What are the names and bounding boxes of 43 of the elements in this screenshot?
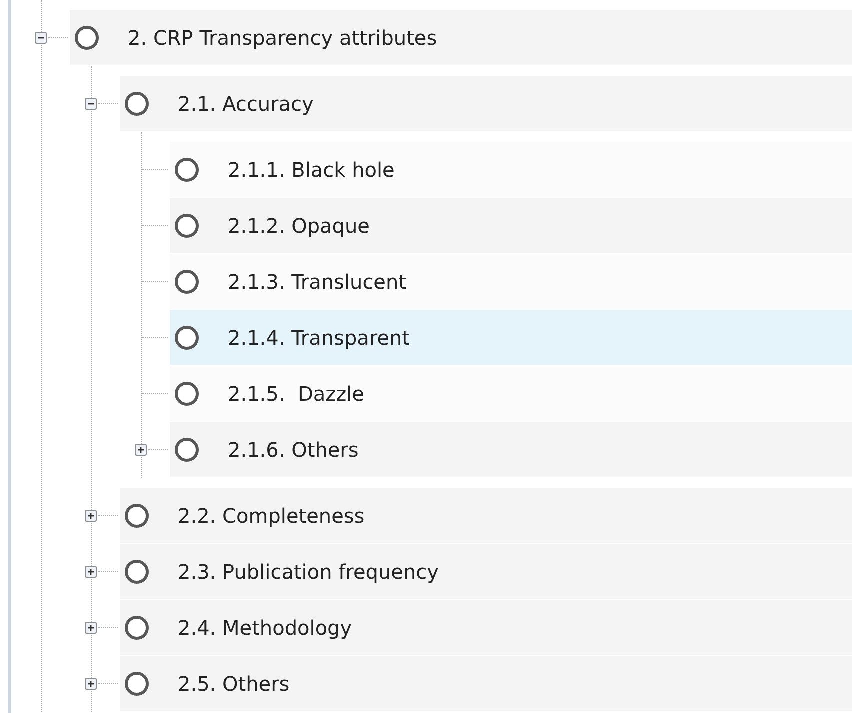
collapse-icon[interactable] bbox=[35, 32, 47, 44]
collapse-icon[interactable] bbox=[85, 98, 97, 110]
tree-item[interactable]: 2.1.1. Black hole bbox=[170, 142, 852, 197]
tree-item[interactable]: 2.2. Completeness bbox=[120, 488, 852, 543]
item-label: 2. CRP Transparency attributes bbox=[128, 26, 438, 50]
item-label: 2.1.2. Opaque bbox=[228, 214, 370, 238]
tree-item[interactable]: 2.1.2. Opaque bbox=[170, 198, 852, 253]
radio-button[interactable] bbox=[125, 504, 149, 528]
tree-item[interactable]: 2.1.3. Translucent bbox=[170, 254, 852, 309]
radio-button[interactable] bbox=[175, 382, 199, 406]
tree-item[interactable]: 2.1. Accuracy bbox=[120, 76, 852, 131]
radio-button[interactable] bbox=[175, 214, 199, 238]
item-label: 2.4. Methodology bbox=[178, 616, 352, 640]
item-label: 2.1.4. Transparent bbox=[228, 326, 410, 350]
item-label: 2.1.6. Others bbox=[228, 438, 359, 462]
radio-button[interactable] bbox=[125, 616, 149, 640]
radio-button[interactable] bbox=[125, 92, 149, 116]
item-label: 2.1.5. Dazzle bbox=[228, 382, 364, 406]
radio-button[interactable] bbox=[125, 672, 149, 696]
expand-icon[interactable] bbox=[135, 444, 147, 456]
item-label: 2.1. Accuracy bbox=[178, 92, 314, 116]
item-label: 2.1.3. Translucent bbox=[228, 270, 407, 294]
item-label: 2.1.1. Black hole bbox=[228, 158, 395, 182]
radio-button[interactable] bbox=[175, 326, 199, 350]
radio-button[interactable] bbox=[175, 158, 199, 182]
radio-button[interactable] bbox=[125, 560, 149, 584]
radio-button[interactable] bbox=[175, 438, 199, 462]
tree-item[interactable]: 2.1.4. Transparent bbox=[170, 310, 852, 365]
tree-item[interactable]: 2.3. Publication frequency bbox=[120, 544, 852, 599]
tree-item[interactable]: 2.4. Methodology bbox=[120, 600, 852, 655]
radio-button[interactable] bbox=[175, 270, 199, 294]
tree-item[interactable]: 2.5. Others bbox=[120, 656, 852, 711]
tree-item[interactable]: 2.1.5. Dazzle bbox=[170, 366, 852, 421]
expand-icon[interactable] bbox=[85, 622, 97, 634]
expand-icon[interactable] bbox=[85, 510, 97, 522]
expand-icon[interactable] bbox=[85, 566, 97, 578]
tree-item[interactable]: 2. CRP Transparency attributes bbox=[70, 10, 852, 65]
item-label: 2.5. Others bbox=[178, 672, 290, 696]
item-label: 2.2. Completeness bbox=[178, 504, 365, 528]
item-label: 2.3. Publication frequency bbox=[178, 560, 439, 584]
expand-icon[interactable] bbox=[85, 678, 97, 690]
tree-item[interactable]: 2.1.6. Others bbox=[170, 422, 852, 477]
radio-button[interactable] bbox=[75, 26, 99, 50]
